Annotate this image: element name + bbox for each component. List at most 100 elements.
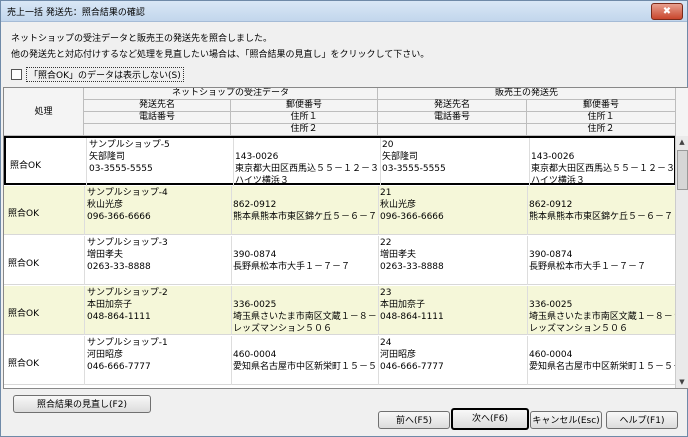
table-row[interactable]: 照合OK サンプルショップ-3 増田孝夫 0263-33-8888 390-0874 長野… [4, 236, 676, 285]
cell-h-person: 河田昭彦 [380, 350, 417, 360]
grid-header: 処理 ネットショップの受注データ 販売王の発送先 発送先名 郵便番号 電話番号 … [4, 88, 688, 136]
cell-n-phone: 048-864-1111 [87, 312, 151, 322]
header-addr1: 住所１ [231, 112, 378, 124]
header-postal: 郵便番号 [231, 100, 378, 112]
column-divider [527, 336, 528, 385]
header-action: 処理 [4, 88, 84, 136]
cell-h-code: 23 [380, 288, 392, 298]
cell-h-person: 増田孝夫 [380, 250, 417, 260]
prev-button[interactable]: 前へ(F5) [378, 411, 450, 429]
cell-n-name: サンプルショップ-5 [89, 140, 170, 150]
checkbox-label[interactable]: 「照合OK」のデータは表示しない(S) [26, 67, 184, 82]
cell-status: 照合OK [8, 209, 39, 219]
cell-h-code: 22 [380, 238, 392, 248]
cell-h-addr1: 熊本県熊本市東区錦ケ丘５－６－７ [529, 212, 674, 222]
message-line-1: ネットショップの受注データと販売王の発送先を照合しました。 [11, 34, 273, 44]
table-row[interactable]: 照合OK サンプルショップ-1 河田昭彦 046-666-7777 460-0004 愛知… [4, 336, 682, 385]
next-button[interactable]: 次へ(F6) [451, 408, 529, 430]
cell-status: 照合OK [10, 161, 41, 171]
column-divider [231, 236, 232, 285]
cell-n-name: サンプルショップ-4 [87, 188, 168, 198]
column-divider [378, 336, 379, 385]
table-row[interactable]: 照合OK サンプルショップ-2 本田加奈子 048-864-1111 336-0025 埼… [4, 286, 682, 335]
column-divider [378, 186, 379, 235]
cell-status: 照合OK [8, 309, 39, 319]
cell-n-addr1: 愛知県名古屋市中区新栄町１５－５ [233, 362, 378, 372]
cell-n-addr1: 熊本県熊本市東区錦ケ丘５－６－７ [233, 212, 378, 222]
cell-h-phone: 048-864-1111 [380, 312, 444, 322]
header-h-blank [378, 124, 527, 136]
scroll-down-icon[interactable]: ▼ [676, 376, 688, 388]
cell-h-addr2: レッズマンション５０６ [529, 324, 629, 334]
table-row[interactable]: 照合OK サンプルショップ-5 矢部隆司 03-3555-5555 143-0026 東京… [4, 136, 676, 187]
cell-n-zip: 143-0026 [235, 152, 279, 162]
cell-n-name: サンプルショップ-1 [87, 338, 168, 348]
cell-n-name: サンプルショップ-2 [87, 288, 168, 298]
cell-n-person: 矢部隆司 [89, 152, 126, 162]
column-divider [84, 236, 85, 285]
table-row[interactable]: 照合OK サンプルショップ-4 秋山光彦 096-366-6666 862-0912 熊本… [4, 186, 676, 235]
cell-n-addr1: 長野県松本市大手１－７－７ [233, 262, 351, 272]
help-button[interactable]: ヘルプ(F1) [606, 411, 678, 429]
cell-h-phone: 03-3555-5555 [382, 164, 446, 174]
header-h-phone: 電話番号 [378, 112, 527, 124]
cell-n-zip: 336-0025 [233, 300, 277, 310]
cell-n-phone: 096-366-6666 [87, 212, 151, 222]
header-h-postal: 郵便番号 [527, 100, 676, 112]
cell-h-addr1: 埼玉県さいたま市南区文蔵１－８－９ [529, 312, 682, 322]
cell-h-phone: 096-366-6666 [380, 212, 444, 222]
cell-h-zip: 336-0025 [529, 300, 573, 310]
header-dest-name: 発送先名 [84, 100, 231, 112]
column-divider [231, 286, 232, 335]
cell-h-code: 24 [380, 338, 392, 348]
cell-h-addr1: 長野県松本市大手１－７－７ [529, 262, 647, 272]
vertical-scrollbar[interactable]: ▲ ▼ [675, 136, 688, 388]
cell-n-addr2: レッズマンション５０６ [233, 324, 333, 334]
cell-n-phone: 046-666-7777 [87, 362, 151, 372]
header-h-dest-name: 発送先名 [378, 100, 527, 112]
cell-h-person: 秋山光彦 [380, 200, 417, 210]
header-hanbai: 販売王の発送先 [378, 88, 676, 100]
cell-h-addr1: 東京都大田区西馬込５５－１２－３ [531, 164, 676, 174]
cell-status: 照合OK [8, 359, 39, 369]
cell-h-person: 矢部隆司 [382, 152, 419, 162]
cell-h-code: 21 [380, 188, 392, 198]
cell-h-zip: 862-0912 [529, 200, 573, 210]
hide-ok-checkbox[interactable]: 「照合OK」のデータは表示しない(S) [11, 67, 184, 82]
cell-n-person: 河田昭彦 [87, 350, 124, 360]
review-button[interactable]: 照合結果の見直し(F2) [13, 395, 151, 413]
scroll-thumb[interactable] [677, 150, 688, 190]
column-divider [84, 336, 85, 385]
cell-n-phone: 03-3555-5555 [89, 164, 153, 174]
column-divider [84, 286, 85, 335]
cell-n-person: 本田加奈子 [87, 300, 133, 310]
cell-h-phone: 046-666-7777 [380, 362, 444, 372]
column-divider [529, 138, 530, 187]
result-grid[interactable]: 処理 ネットショップの受注データ 販売王の発送先 発送先名 郵便番号 電話番号 … [3, 87, 688, 389]
column-divider [378, 286, 379, 335]
grid-rows: 照合OK サンプルショップ-5 矢部隆司 03-3555-5555 143-0026 東京… [4, 136, 682, 388]
cancel-button[interactable]: キャンセル(Esc) [530, 411, 602, 429]
header-phone: 電話番号 [84, 112, 231, 124]
cell-n-zip: 862-0912 [233, 200, 277, 210]
cell-n-phone: 0263-33-8888 [87, 262, 151, 272]
cell-n-person: 増田孝夫 [87, 250, 124, 260]
column-divider [233, 138, 234, 187]
header-addr2: 住所２ [231, 124, 378, 136]
column-divider [86, 138, 87, 187]
cell-n-name: サンプルショップ-3 [87, 238, 168, 248]
column-divider [84, 186, 85, 235]
close-icon[interactable]: ✖ [651, 3, 683, 20]
column-divider [380, 138, 381, 187]
cell-h-zip: 460-0004 [529, 350, 573, 360]
message-line-2: 他の発送先と対応付けするなど処理を見直したい場合は、「照合結果の見直し」をクリッ… [11, 50, 430, 60]
cell-h-phone: 0263-33-8888 [380, 262, 444, 272]
dialog-window: 売上一括 発送先：照合結果の確認 ✖ ネットショップの受注データと販売王の発送先… [0, 0, 688, 437]
column-divider [527, 186, 528, 235]
cell-n-zip: 390-0874 [233, 250, 277, 260]
checkbox-box[interactable] [11, 69, 22, 80]
scroll-up-icon[interactable]: ▲ [676, 136, 688, 148]
title-bar: 売上一括 発送先：照合結果の確認 ✖ [1, 1, 687, 22]
column-divider [378, 236, 379, 285]
cell-n-addr1: 埼玉県さいたま市南区文蔵１－８－ [233, 312, 377, 322]
